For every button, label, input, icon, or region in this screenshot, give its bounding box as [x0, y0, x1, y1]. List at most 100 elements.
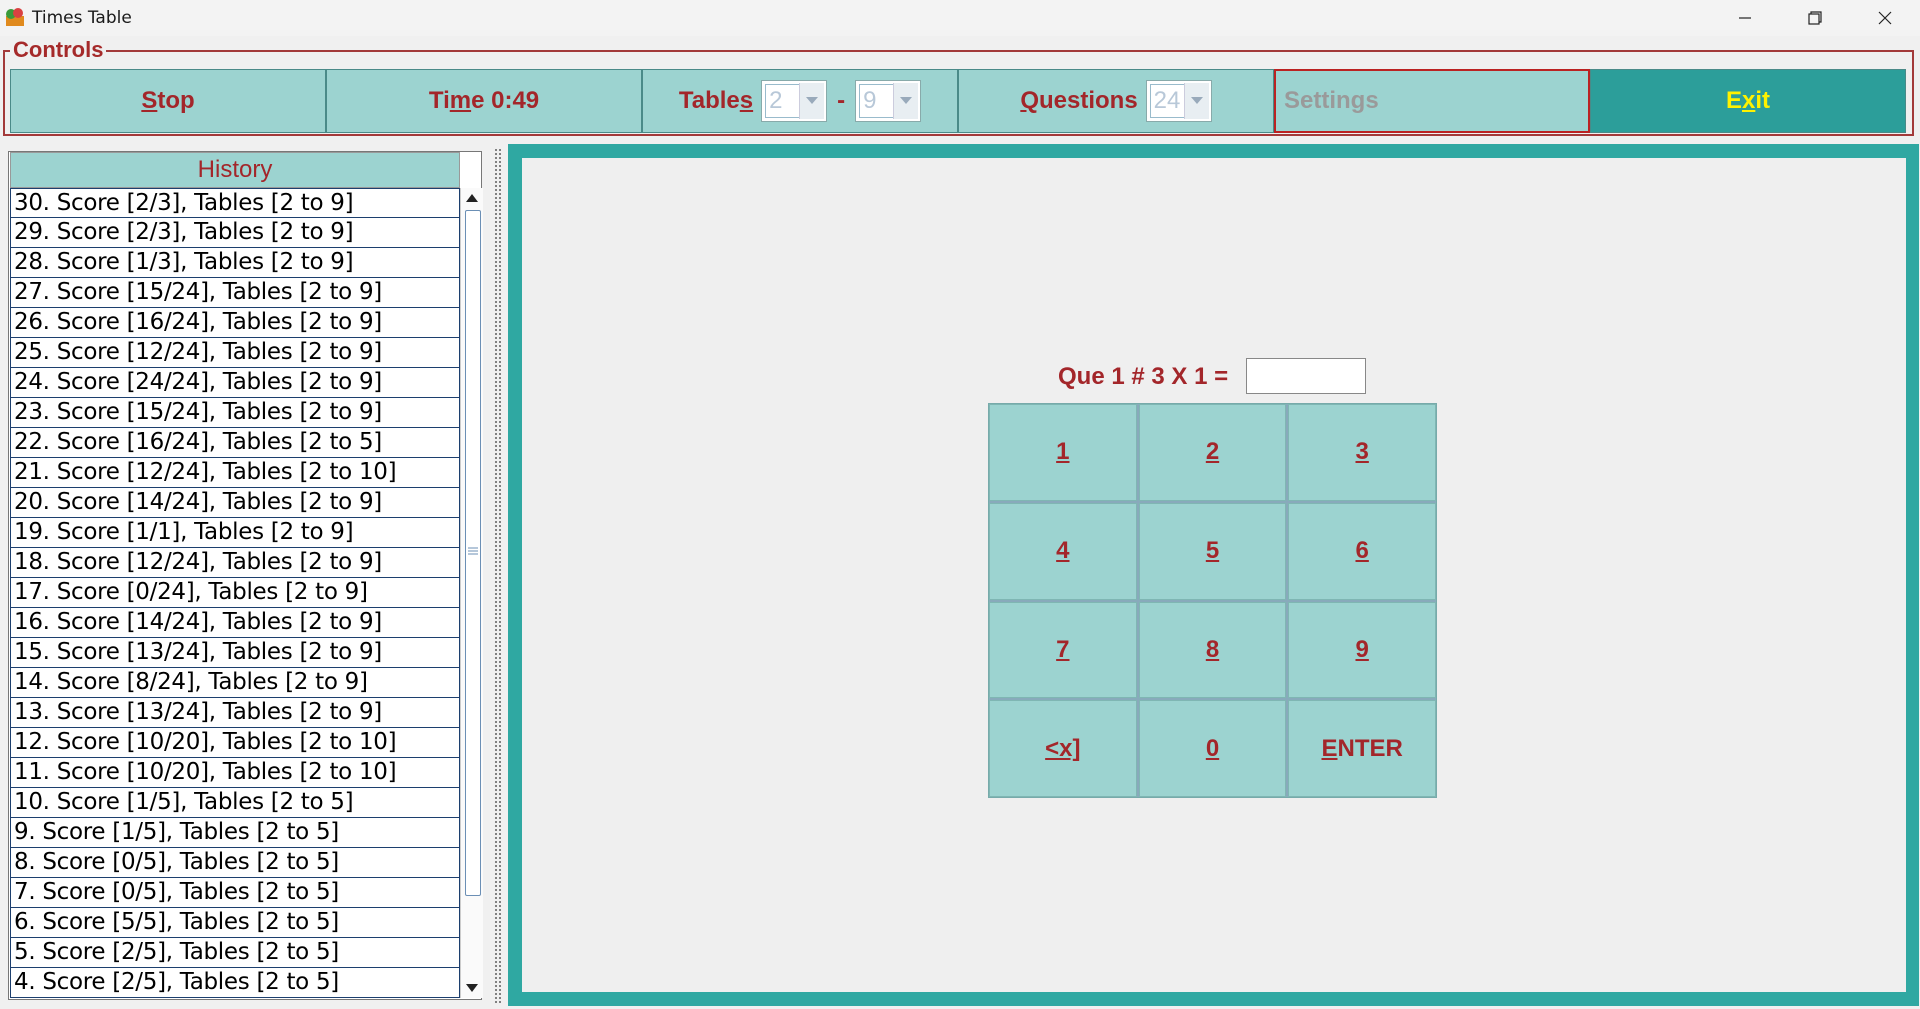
- minimize-button[interactable]: [1710, 0, 1780, 36]
- time-label-mnemonic: m: [449, 87, 472, 114]
- key-4[interactable]: 4: [989, 502, 1137, 600]
- exit-label-mnemonic: x: [1741, 87, 1756, 114]
- key-4-mnemonic: 4: [1056, 537, 1070, 565]
- stop-label-rest: top: [157, 87, 195, 114]
- history-item[interactable]: 26. Score [16/24], Tables [2 to 9]: [10, 308, 460, 338]
- history-item[interactable]: 14. Score [8/24], Tables [2 to 9]: [10, 668, 460, 698]
- history-item[interactable]: 20. Score [14/24], Tables [2 to 9]: [10, 488, 460, 518]
- history-item[interactable]: 22. Score [16/24], Tables [2 to 5]: [10, 428, 460, 458]
- history-item[interactable]: 5. Score [2/5], Tables [2 to 5]: [10, 938, 460, 968]
- history-item[interactable]: 9. Score [1/5], Tables [2 to 5]: [10, 818, 460, 848]
- key-2[interactable]: 2: [1138, 404, 1287, 501]
- tables-to-value: 9: [859, 84, 896, 118]
- key-7[interactable]: 7: [989, 601, 1137, 699]
- tables-from-value: 2: [765, 84, 802, 118]
- key-5-mnemonic: 5: [1205, 537, 1220, 565]
- history-item[interactable]: 25. Score [12/24], Tables [2 to 9]: [10, 338, 460, 368]
- key-enter[interactable]: E NTER: [1288, 700, 1436, 797]
- key-backspace-mnemonic: <x]: [1045, 734, 1081, 762]
- title-bar: Times Table: [0, 0, 1920, 36]
- history-list[interactable]: 30. Score [2/3], Tables [2 to 9] 29. Scor…: [10, 188, 460, 998]
- exit-label-post: it: [1755, 87, 1771, 114]
- key-8[interactable]: 8: [1138, 601, 1287, 699]
- history-item[interactable]: 11. Score [10/20], Tables [2 to 10]: [10, 758, 460, 788]
- key-8-mnemonic: 8: [1205, 635, 1220, 663]
- questions-label-rest: uestions: [1038, 87, 1138, 114]
- minimize-icon: [1739, 17, 1751, 19]
- key-enter-label: NTER: [1337, 734, 1403, 762]
- key-6-mnemonic: 6: [1355, 537, 1369, 565]
- keypad: 1 2 3 4 5 6 7 8 9 <x] 0 E NTER: [988, 403, 1437, 798]
- history-item[interactable]: 13. Score [13/24], Tables [2 to 9]: [10, 698, 460, 728]
- history-item[interactable]: 12. Score [10/20], Tables [2 to 10]: [10, 728, 460, 758]
- key-2-mnemonic: 2: [1205, 438, 1220, 466]
- history-item[interactable]: 6. Score [5/5], Tables [2 to 5]: [10, 908, 460, 938]
- tables-from-select[interactable]: 2: [761, 80, 828, 122]
- history-item[interactable]: 19. Score [1/1], Tables [2 to 9]: [10, 518, 460, 548]
- restore-icon: [1808, 11, 1822, 25]
- settings-button[interactable]: Settings: [1274, 69, 1590, 133]
- scroll-down-icon[interactable]: [465, 982, 479, 994]
- key-9[interactable]: 9: [1288, 601, 1436, 699]
- key-backspace[interactable]: <x]: [989, 700, 1137, 797]
- questions-panel: Questions 24: [958, 69, 1274, 133]
- history-scrollbar[interactable]: [460, 188, 483, 998]
- questions-label-mnemonic: Q: [1020, 87, 1039, 114]
- questions-select[interactable]: 24: [1145, 80, 1212, 122]
- chevron-down-icon[interactable]: [1183, 83, 1209, 119]
- time-label-pre: Ti: [428, 87, 450, 114]
- close-button[interactable]: [1850, 0, 1920, 36]
- tables-separator: -: [837, 87, 846, 114]
- history-item[interactable]: 23. Score [15/24], Tables [2 to 9]: [10, 398, 460, 428]
- time-display: Ti m e 0:49: [326, 69, 642, 133]
- chevron-down-icon[interactable]: [893, 83, 919, 119]
- history-item[interactable]: 16. Score [14/24], Tables [2 to 9]: [10, 608, 460, 638]
- stop-button[interactable]: Stop: [10, 69, 326, 133]
- key-1-mnemonic: 1: [1056, 438, 1070, 466]
- restore-button[interactable]: [1780, 0, 1850, 36]
- key-9-mnemonic: 9: [1355, 635, 1369, 663]
- tables-panel: Table s 2 - 9: [642, 69, 958, 133]
- scroll-thumb[interactable]: [465, 210, 481, 896]
- history-item[interactable]: 29. Score [2/3], Tables [2 to 9]: [10, 218, 460, 248]
- settings-label: Settings: [1284, 87, 1379, 114]
- close-icon: [1878, 11, 1892, 25]
- questions-value: 24: [1149, 84, 1186, 118]
- key-3-mnemonic: 3: [1355, 438, 1369, 466]
- history-header: History: [10, 152, 460, 188]
- history-item[interactable]: 18. Score [12/24], Tables [2 to 9]: [10, 548, 460, 578]
- history-item[interactable]: 21. Score [12/24], Tables [2 to 10]: [10, 458, 460, 488]
- app-icon: [6, 8, 24, 26]
- history-item[interactable]: 30. Score [2/3], Tables [2 to 9]: [10, 188, 460, 218]
- exit-button[interactable]: Ex it: [1590, 69, 1906, 133]
- window-title: Times Table: [32, 8, 132, 28]
- history-item[interactable]: 28. Score [1/3], Tables [2 to 9]: [10, 248, 460, 278]
- history-item[interactable]: 24. Score [24/24], Tables [2 to 9]: [10, 368, 460, 398]
- key-0-mnemonic: 0: [1205, 734, 1220, 762]
- key-1[interactable]: 1: [989, 404, 1137, 501]
- tables-label-pre: Table: [678, 87, 740, 114]
- key-6[interactable]: 6: [1288, 502, 1436, 600]
- controls-legend: Controls: [10, 37, 107, 63]
- history-item[interactable]: 15. Score [13/24], Tables [2 to 9]: [10, 638, 460, 668]
- chevron-down-icon[interactable]: [799, 83, 825, 119]
- time-label-post: e 0:49: [471, 87, 540, 114]
- key-7-mnemonic: 7: [1056, 635, 1070, 663]
- history-item[interactable]: 7. Score [0/5], Tables [2 to 5]: [10, 878, 460, 908]
- key-5[interactable]: 5: [1138, 502, 1287, 600]
- key-enter-mnemonic: E: [1321, 734, 1338, 762]
- exit-label-pre: E: [1725, 87, 1742, 114]
- history-item[interactable]: 4. Score [2/5], Tables [2 to 5]: [10, 968, 460, 998]
- tables-to-select[interactable]: 9: [855, 80, 922, 122]
- history-item[interactable]: 17. Score [0/24], Tables [2 to 9]: [10, 578, 460, 608]
- key-0[interactable]: 0: [1138, 700, 1287, 797]
- answer-input[interactable]: [1246, 358, 1366, 394]
- grip-icon: [468, 547, 478, 555]
- panel-splitter[interactable]: [494, 148, 502, 1003]
- history-item[interactable]: 8. Score [0/5], Tables [2 to 5]: [10, 848, 460, 878]
- scroll-up-icon[interactable]: [465, 192, 479, 204]
- history-item[interactable]: 10. Score [1/5], Tables [2 to 5]: [10, 788, 460, 818]
- key-3[interactable]: 3: [1288, 404, 1436, 501]
- question-label: Que 1 # 3 X 1 =: [1058, 363, 1229, 390]
- history-item[interactable]: 27. Score [15/24], Tables [2 to 9]: [10, 278, 460, 308]
